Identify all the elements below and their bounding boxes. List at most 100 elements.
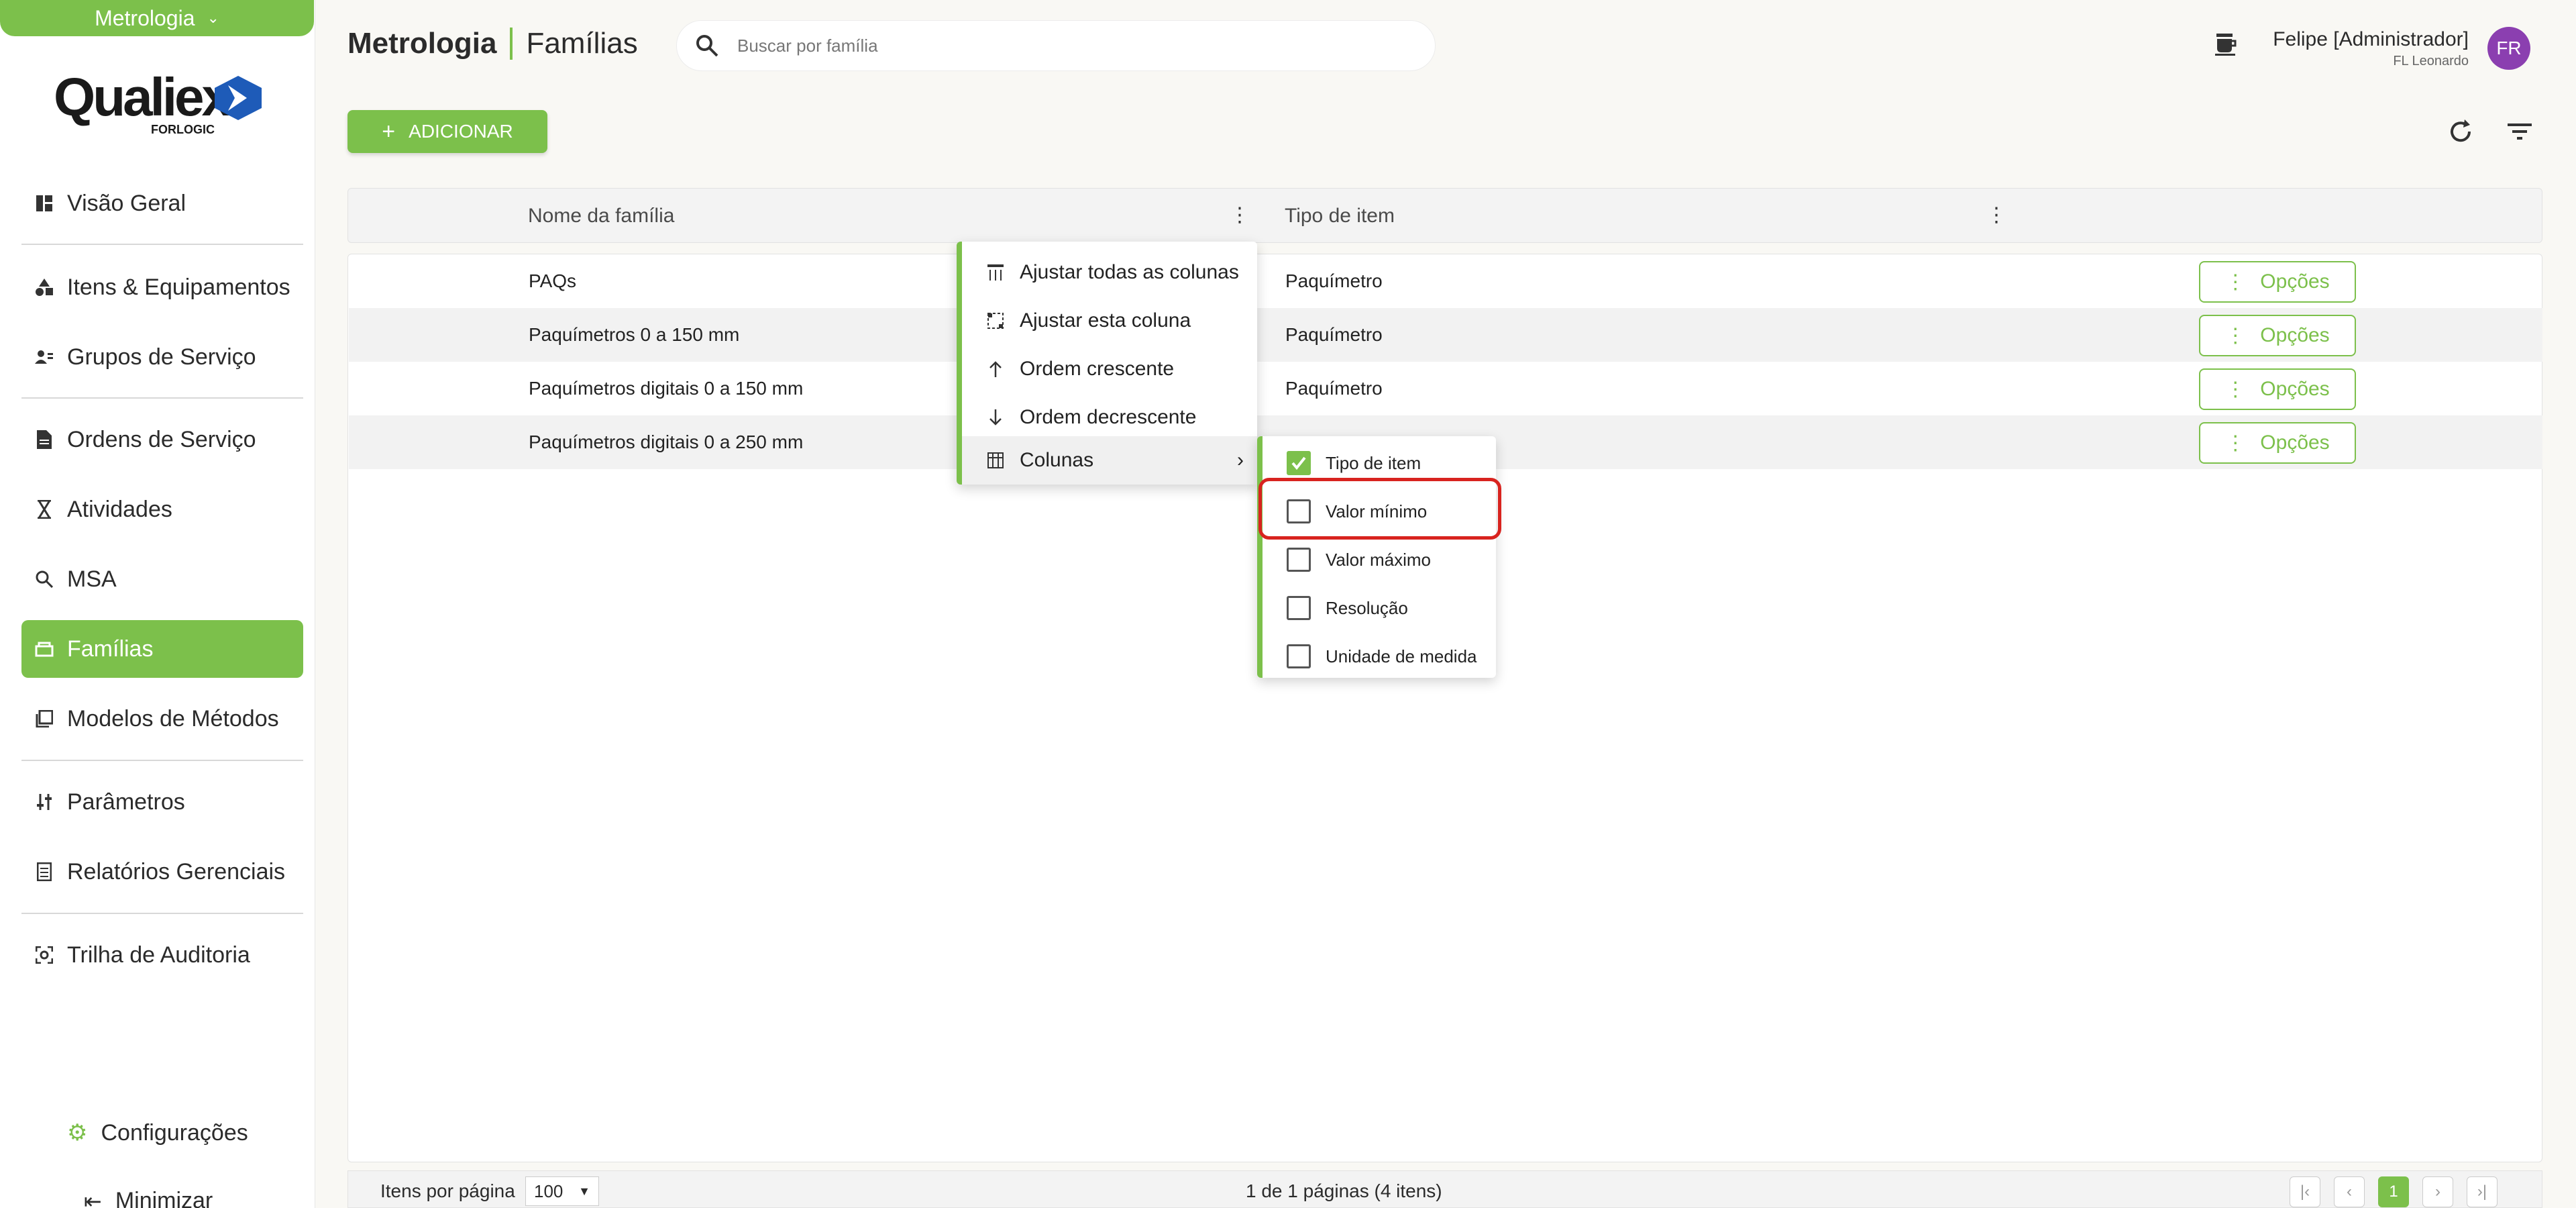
add-button[interactable]: + ADICIONAR	[347, 110, 547, 153]
menu-item-label: Ajustar esta coluna	[1020, 309, 1191, 332]
options-button[interactable]: ⋮ Opções	[2199, 422, 2356, 464]
dashboard-icon	[35, 194, 54, 213]
cell-name: Paquímetros 0 a 150 mm	[529, 324, 740, 345]
sidebar-item-visao-geral[interactable]: Visão Geral	[21, 174, 303, 232]
sidebar-item-modelos-metodos[interactable]: Modelos de Métodos	[21, 690, 303, 748]
qualiex-logo: Qualiex FORLOGIC	[54, 70, 262, 138]
column-toggle-label: Tipo de item	[1326, 452, 1421, 473]
column-toggle-unidade-medida[interactable]: Unidade de medida	[1263, 632, 1496, 681]
options-label: Opções	[2260, 432, 2330, 454]
module-switcher[interactable]: Metrologia ⌄	[0, 0, 314, 36]
more-vertical-icon: ⋮	[2225, 378, 2246, 401]
grid-header: Nome da família ⋮ Tipo de item ⋮	[347, 188, 2542, 243]
sidebar-item-grupos-servico[interactable]: Grupos de Serviço	[21, 328, 303, 386]
columns-icon	[987, 452, 1004, 468]
last-page-icon[interactable]: ›|	[2467, 1176, 2498, 1207]
page-size-label: Itens por página	[380, 1180, 515, 1201]
sidebar-item-ordens-servico[interactable]: Ordens de Serviço	[21, 411, 303, 468]
sidebar-item-relatorios-gerenciais[interactable]: Relatórios Gerenciais	[21, 843, 303, 901]
configuracoes-button[interactable]: ⚙ Configurações	[67, 1119, 248, 1146]
column-header-nome[interactable]: Nome da família	[528, 205, 674, 228]
module-title: Metrologia	[347, 27, 497, 60]
menu-item-fit-column[interactable]: Ajustar esta coluna	[962, 297, 1257, 345]
column-menu-icon[interactable]: ⋮	[1986, 203, 2006, 227]
document-icon	[35, 430, 54, 449]
menu-item-label: Ordem crescente	[1020, 358, 1175, 380]
config-label: Configurações	[101, 1119, 248, 1146]
cell-name: Paquímetros digitais 0 a 150 mm	[529, 378, 804, 399]
column-toggle-label: Resolução	[1326, 597, 1408, 618]
zoom-icon	[35, 570, 54, 589]
title-separator	[510, 28, 513, 60]
checkbox[interactable]	[1287, 596, 1311, 620]
divider	[21, 397, 303, 399]
check-icon	[1291, 456, 1306, 470]
more-vertical-icon: ⋮	[2225, 432, 2246, 454]
more-vertical-icon: ⋮	[2225, 270, 2246, 293]
coffee-icon[interactable]	[2214, 32, 2238, 60]
cell-type: Paquímetro	[1285, 270, 1383, 291]
next-page-icon[interactable]: ›	[2422, 1176, 2453, 1207]
sidebar-item-msa[interactable]: MSA	[21, 550, 303, 608]
checkbox-checked[interactable]	[1287, 451, 1311, 475]
cell-type: Paquímetro	[1285, 324, 1383, 345]
arrow-up-icon	[989, 361, 1002, 377]
group-icon	[35, 348, 54, 366]
options-button[interactable]: ⋮ Opções	[2199, 368, 2356, 410]
column-header-tipo[interactable]: Tipo de item	[1285, 205, 1395, 228]
menu-item-columns[interactable]: Colunas ›	[962, 436, 1257, 485]
current-page-button[interactable]: 1	[2378, 1176, 2409, 1207]
options-button[interactable]: ⋮ Opções	[2199, 315, 2356, 356]
options-button[interactable]: ⋮ Opções	[2199, 261, 2356, 303]
cell-type: Paquímetro	[1285, 378, 1383, 399]
menu-item-label: Ordem decrescente	[1020, 406, 1197, 428]
prev-page-icon[interactable]: ‹	[2334, 1176, 2365, 1207]
column-toggle-resolucao[interactable]: Resolução	[1263, 584, 1496, 632]
divider	[21, 244, 303, 245]
sidebar-item-label: MSA	[67, 566, 117, 592]
page-info: 1 de 1 páginas (4 itens)	[1246, 1180, 1442, 1201]
more-vertical-icon: ⋮	[2225, 324, 2246, 347]
divider	[21, 913, 303, 914]
menu-item-label: Ajustar todas as colunas	[1020, 261, 1239, 283]
sidebar-item-label: Ordens de Serviço	[67, 426, 256, 452]
avatar[interactable]: FR	[2487, 27, 2530, 70]
sidebar-item-familias[interactable]: Famílias	[21, 620, 303, 678]
menu-item-sort-asc[interactable]: Ordem crescente	[962, 345, 1257, 393]
shapes-icon	[35, 278, 54, 297]
divider	[21, 760, 303, 761]
sidebar-item-trilha-auditoria[interactable]: Trilha de Auditoria	[21, 926, 303, 984]
library-icon	[35, 709, 54, 728]
table-row[interactable]: PAQs Paquímetro ⋮ Opções	[349, 254, 2542, 308]
column-menu-icon[interactable]: ⋮	[1230, 203, 1250, 227]
page-size-select[interactable]: 100 ▼	[525, 1176, 599, 1206]
sidebar-item-atividades[interactable]: Atividades	[21, 481, 303, 538]
menu-item-sort-desc[interactable]: Ordem decrescente	[962, 393, 1257, 442]
sidebar-item-label: Atividades	[67, 496, 172, 522]
user-info[interactable]: Felipe [Administrador] FL Leonardo	[2273, 28, 2469, 69]
table-row[interactable]: Paquímetros digitais 0 a 150 mm Paquímet…	[349, 362, 2542, 415]
column-context-menu: Ajustar todas as colunas Ajustar esta co…	[957, 242, 1257, 485]
checkbox[interactable]	[1287, 644, 1311, 668]
page-size-value: 100	[534, 1180, 564, 1201]
search-icon	[696, 35, 718, 57]
checkbox[interactable]	[1287, 548, 1311, 572]
menu-item-fit-all[interactable]: Ajustar todas as colunas	[962, 248, 1257, 297]
first-page-icon[interactable]: |‹	[2290, 1176, 2320, 1207]
minimize-button[interactable]: ⇤ Minimizar	[84, 1188, 213, 1208]
menu-item-label: Colunas	[1020, 449, 1094, 471]
table-row[interactable]: Paquímetros 0 a 150 mm Paquímetro ⋮ Opçõe…	[349, 308, 2542, 362]
sidebar-item-parametros[interactable]: Parâmetros	[21, 773, 303, 831]
sidebar-item-label: Modelos de Métodos	[67, 705, 279, 732]
refresh-icon[interactable]	[2445, 115, 2477, 148]
user-org: FL Leonardo	[2393, 54, 2469, 68]
gear-icon: ⚙	[67, 1120, 88, 1146]
sidebar-item-label: Trilha de Auditoria	[67, 942, 250, 968]
sidebar-item-label: Famílias	[67, 636, 154, 662]
filter-icon[interactable]	[2504, 115, 2536, 148]
column-toggle-valor-maximo[interactable]: Valor máximo	[1263, 536, 1496, 584]
search-input[interactable]	[737, 35, 1341, 56]
sidebar-item-label: Visão Geral	[67, 190, 186, 216]
sidebar-item-itens-equipamentos[interactable]: Itens & Equipamentos	[21, 258, 303, 316]
page-title: Metrologia Famílias	[347, 27, 638, 60]
